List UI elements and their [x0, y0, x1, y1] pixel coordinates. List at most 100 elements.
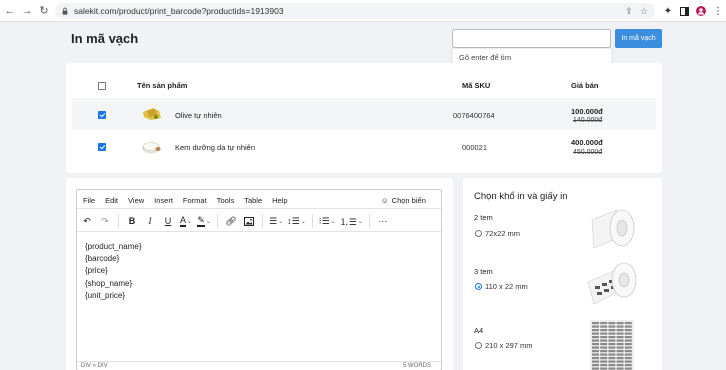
extensions-icon[interactable]: ✦	[661, 3, 675, 19]
product-old-price: 140.000đ	[573, 117, 603, 124]
row-checkbox[interactable]	[98, 111, 106, 119]
redo-icon[interactable]: ↷	[98, 214, 112, 228]
a4-label-cell	[600, 322, 608, 325]
a4-label-cell	[608, 325, 616, 328]
side-panel-icon[interactable]	[677, 3, 691, 19]
a4-label-cell	[600, 339, 608, 342]
back-icon[interactable]: ←	[3, 4, 17, 18]
variable-line: {unit_price}	[85, 290, 126, 300]
a4-label-cell	[592, 325, 599, 328]
a4-label-cell	[616, 353, 624, 356]
forward-icon[interactable]: →	[20, 4, 34, 18]
label-roll-2tem-image	[591, 209, 635, 249]
bold-icon[interactable]: B	[125, 214, 139, 228]
a4-label-cell	[616, 357, 624, 360]
variable-line: {shop_name}	[85, 278, 133, 288]
option-size[interactable]: 110 x 22 mm	[485, 282, 528, 291]
a4-label-cell	[616, 350, 624, 353]
paper-radio-2tem[interactable]	[475, 230, 482, 237]
highlight-color-icon[interactable]: ✎ ⌄	[197, 214, 211, 228]
option-label: 2 tem	[474, 213, 493, 222]
bookmark-star-icon[interactable]: ☆	[639, 5, 649, 17]
a4-label-cell	[616, 322, 624, 325]
share-icon[interactable]: ⇪	[624, 5, 634, 17]
option-size[interactable]: 210 x 297 mm	[485, 341, 533, 350]
a4-label-cell	[592, 339, 599, 342]
menu-kebab-icon[interactable]: ⋮	[711, 3, 725, 19]
bullet-list-icon[interactable]: ⁝☰ ⌄	[319, 214, 336, 228]
choose-variable-button[interactable]: ☺ Chọn biến	[381, 196, 426, 205]
a4-label-cell	[608, 339, 616, 342]
numbered-list-icon[interactable]: ⒈☰ ⌄	[340, 214, 363, 228]
a4-label-cell	[592, 346, 599, 349]
italic-icon[interactable]: I	[143, 214, 157, 228]
toolbar-separator	[217, 214, 218, 228]
editor-toolbar: ↶ ↷ B I U A ⌄ ✎ ⌄ 🔗︎ ☰ ⌄ ↕☰ ⌄ ⁝☰ ⌄ ⒈☰ ⌄ ···	[80, 213, 394, 229]
print-barcode-button[interactable]: In mã vạch	[615, 29, 662, 48]
a4-label-cell	[600, 350, 608, 353]
a4-label-cell	[592, 360, 599, 363]
a4-label-cell	[592, 329, 599, 332]
element-path: DIV » DIV	[81, 363, 108, 369]
undo-icon[interactable]: ↶	[80, 214, 94, 228]
option-size[interactable]: 72x22 mm	[485, 229, 520, 238]
align-icon[interactable]: ☰ ⌄	[269, 214, 283, 228]
a4-label-cell	[608, 367, 616, 370]
menu-file[interactable]: File	[83, 196, 95, 205]
a4-label-cell	[600, 336, 608, 339]
select-all-checkbox[interactable]	[98, 82, 106, 90]
variable-line: {product_name}	[85, 242, 142, 251]
menu-format[interactable]: Format	[183, 196, 207, 205]
address-bar[interactable]: salekit.com/product/print_barcode?produc…	[55, 3, 655, 19]
a4-label-cell	[600, 346, 608, 349]
a4-label-cell	[608, 332, 616, 335]
reload-icon[interactable]: ↻	[37, 4, 51, 18]
a4-label-cell	[600, 343, 608, 346]
product-thumbnail-olive	[143, 108, 161, 120]
a4-label-cell	[608, 322, 616, 325]
profile-icon[interactable]	[694, 3, 708, 19]
a4-label-cell	[600, 360, 608, 363]
a4-label-cell	[608, 360, 616, 363]
menu-view[interactable]: View	[128, 196, 144, 205]
label-roll-3tem-image	[587, 262, 637, 305]
a4-label-cell	[624, 350, 632, 353]
menu-insert[interactable]: Insert	[154, 196, 173, 205]
a4-label-cell	[592, 336, 599, 339]
more-icon[interactable]: ···	[376, 214, 390, 228]
menu-edit[interactable]: Edit	[105, 196, 118, 205]
paper-radio-3tem[interactable]	[475, 283, 482, 290]
a4-label-cell	[608, 357, 616, 360]
a4-label-cell	[624, 353, 632, 356]
editor-content[interactable]: {product_name} {barcode} {price} {shop_n…	[85, 241, 142, 302]
a4-label-cell	[608, 336, 616, 339]
a4-label-cell	[624, 364, 632, 367]
a4-label-sheet-image	[590, 320, 634, 370]
menu-help[interactable]: Help	[272, 196, 287, 205]
row-checkbox[interactable]	[98, 143, 106, 151]
toolbar-separator	[368, 214, 370, 228]
a4-label-cell	[616, 364, 624, 367]
toolbar-separator	[311, 214, 313, 228]
underline-icon[interactable]: U	[161, 214, 175, 228]
product-old-price: 450.000đ	[573, 149, 603, 156]
page-title: In mã vạch	[71, 31, 139, 46]
a4-label-cell	[624, 325, 632, 328]
paper-radio-a4[interactable]	[475, 342, 482, 349]
column-header-name: Tên sản phẩm	[137, 81, 188, 90]
product-search-input[interactable]	[452, 29, 611, 48]
a4-label-cell	[616, 367, 624, 370]
link-icon[interactable]: 🔗︎	[224, 214, 238, 228]
menu-tools[interactable]: Tools	[217, 196, 235, 205]
variable-line: {price}	[85, 266, 108, 276]
product-name: Kem dưỡng da tự nhiên	[175, 143, 256, 152]
a4-label-cell	[616, 343, 624, 346]
a4-label-cell	[624, 336, 632, 339]
line-height-icon[interactable]: ↕☰ ⌄	[287, 214, 306, 228]
a4-label-cell	[592, 322, 599, 325]
text-color-icon[interactable]: A ⌄	[179, 214, 193, 228]
option-label: 3 tem	[474, 267, 493, 276]
image-icon[interactable]	[242, 214, 256, 228]
a4-label-cell	[600, 332, 608, 335]
menu-table[interactable]: Table	[244, 196, 262, 205]
